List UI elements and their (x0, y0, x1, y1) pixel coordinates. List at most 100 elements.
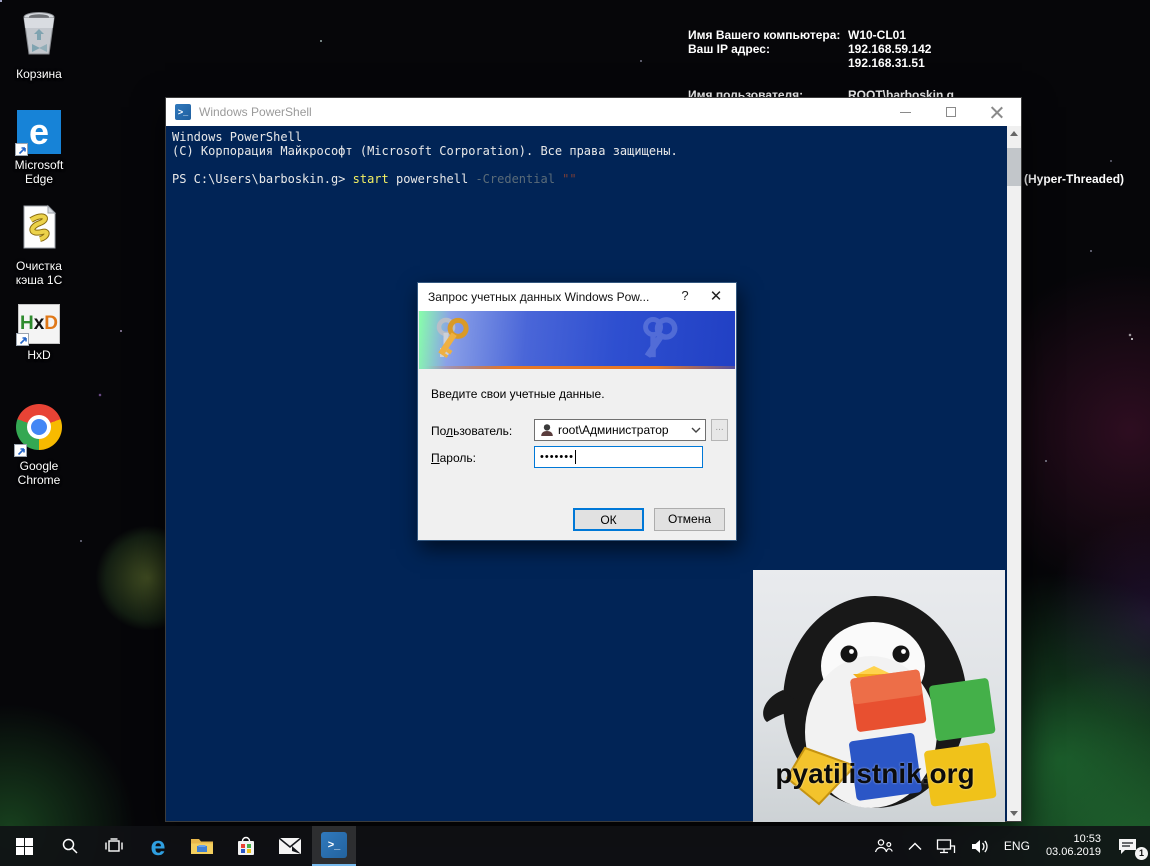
scroll-up-icon[interactable] (1007, 126, 1021, 142)
hxd-letter-x: x (34, 313, 45, 335)
desktop-icon-label: Google Chrome (2, 459, 76, 487)
password-label: Пароль: (431, 451, 476, 465)
scroll-down-icon[interactable] (1007, 805, 1021, 821)
user-icon (540, 423, 554, 437)
desktop-icon-label: Корзина (2, 67, 76, 81)
taskbar-store-button[interactable] (224, 826, 268, 866)
keys-icon (431, 314, 485, 366)
powershell-window-icon: >_ (175, 104, 191, 120)
shortcut-arrow-icon (14, 444, 27, 457)
taskbar-explorer-button[interactable] (180, 826, 224, 866)
password-input[interactable]: ••••••• (534, 446, 703, 468)
cancel-button[interactable]: Отмена (654, 508, 725, 531)
file-explorer-icon (190, 836, 214, 856)
bginfo-ip-label: Ваш IP адрес: (688, 42, 848, 56)
desktop-icon-label: HxD (2, 348, 76, 362)
mail-icon (278, 837, 302, 855)
console-command: start (353, 172, 389, 186)
desktop-icon-chrome[interactable]: Google Chrome (2, 404, 76, 487)
volume-button[interactable] (963, 826, 997, 866)
bginfo-computer-label: Имя Вашего компьютера: (688, 28, 848, 42)
console-line: Windows PowerShell (172, 130, 1007, 144)
windows-logo-icon (16, 838, 33, 855)
start-button[interactable] (0, 826, 48, 866)
browse-button[interactable]: ... (711, 419, 728, 441)
taskbar-search-button[interactable] (48, 826, 92, 866)
text-caret (575, 450, 576, 464)
banner-orange-line (419, 366, 735, 369)
username-value: root\Администратор (558, 423, 687, 437)
notification-badge: 1 (1135, 847, 1148, 860)
language-indicator[interactable]: ENG (997, 826, 1037, 866)
watermark-site-text: pyatilistnik.org (753, 758, 997, 790)
taskbar-clock[interactable]: 10:53 03.06.2019 (1037, 833, 1110, 859)
taskbar-edge-button[interactable]: e (136, 826, 180, 866)
desktop-icon-label: Очистка кэша 1С (2, 259, 76, 287)
script-icon (20, 204, 58, 255)
password-dots: ••••••• (540, 451, 574, 463)
recycle-bin-icon (16, 8, 62, 63)
dialog-help-button[interactable]: ? (676, 288, 694, 306)
ok-button[interactable]: ОК (573, 508, 644, 531)
network-button[interactable] (929, 826, 963, 866)
taskbar-powershell-button[interactable]: >_ (312, 826, 356, 866)
console-prompt-line: PS C:\Users\barboskin.g> start powershel… (172, 172, 1007, 186)
shortcut-arrow-icon (15, 143, 28, 156)
clock-time: 10:53 (1046, 833, 1101, 846)
clock-date: 03.06.2019 (1046, 846, 1101, 859)
username-label: Пользователь: (431, 424, 512, 438)
dialog-title: Запрос учетных данных Windows Pow... (428, 290, 649, 304)
console-string: "" (555, 172, 577, 186)
maximize-button[interactable] (929, 98, 975, 126)
credential-dialog: Запрос учетных данных Windows Pow... ? ✕ (417, 282, 737, 541)
desktop-icon-edge[interactable]: e Microsoft Edge (2, 110, 76, 186)
search-icon (61, 837, 79, 855)
edge-icon: e (150, 833, 165, 860)
dialog-close-button[interactable]: ✕ (706, 287, 726, 307)
people-icon (874, 838, 894, 854)
dialog-banner (419, 311, 735, 369)
console-parameter: -Credential (475, 172, 554, 186)
desktop-icon-hxd[interactable]: HxD HxD (2, 304, 76, 362)
task-view-icon (104, 837, 124, 855)
system-tray: ENG 10:53 03.06.2019 1 (867, 826, 1150, 866)
watermark-image: pyatilistnik.org (753, 570, 1005, 822)
bginfo-hyperthreaded: (Hyper-Threaded) (1024, 172, 1124, 186)
close-icon (991, 106, 1003, 118)
hxd-letter-d: D (44, 313, 58, 335)
microsoft-store-icon (236, 835, 256, 857)
console-scrollbar[interactable] (1007, 126, 1021, 821)
maximize-icon (946, 107, 956, 117)
dialog-message: Введите свои учетные данные. (431, 387, 605, 401)
scrollbar-thumb[interactable] (1007, 148, 1021, 186)
task-view-button[interactable] (92, 826, 136, 866)
edge-letter: e (29, 114, 49, 150)
desktop: Корзина e Microsoft Edge Очистка кэша 1С (0, 0, 1150, 866)
powershell-icon: >_ (321, 832, 347, 858)
minimize-icon (900, 112, 911, 113)
console-line: (C) Корпорация Майкрософт (Microsoft Cor… (172, 144, 1007, 158)
tray-expand-button[interactable] (901, 826, 929, 866)
minimize-button[interactable] (883, 98, 929, 126)
chevron-up-icon (908, 842, 922, 851)
username-combobox[interactable]: root\Администратор (534, 419, 706, 441)
network-icon (936, 838, 956, 855)
people-button[interactable] (867, 826, 901, 866)
bginfo-ip-value-2: 192.168.31.51 (848, 56, 925, 70)
desktop-icon-recycle-bin[interactable]: Корзина (2, 8, 76, 81)
bginfo-block: Имя Вашего компьютера:W10-CL01 Ваш IP ад… (688, 28, 931, 70)
shortcut-arrow-icon (16, 333, 29, 346)
close-button[interactable] (975, 98, 1021, 126)
desktop-icon-1c-cache-script[interactable]: Очистка кэша 1С (2, 204, 76, 287)
desktop-icon-label: Microsoft Edge (2, 158, 76, 186)
combobox-chevron-down-icon[interactable] (687, 420, 705, 440)
keys-watermark-icon (623, 313, 709, 369)
action-center-button[interactable]: 1 (1110, 826, 1150, 866)
speaker-icon (970, 838, 990, 855)
powershell-titlebar[interactable]: >_ Windows PowerShell (166, 98, 1021, 126)
bginfo-ip-value-1: 192.168.59.142 (848, 42, 931, 56)
taskbar: e >_ (0, 826, 1150, 866)
console-prompt: PS C:\Users\barboskin.g> (172, 172, 353, 186)
taskbar-mail-button[interactable] (268, 826, 312, 866)
powershell-window-title: Windows PowerShell (199, 105, 312, 119)
